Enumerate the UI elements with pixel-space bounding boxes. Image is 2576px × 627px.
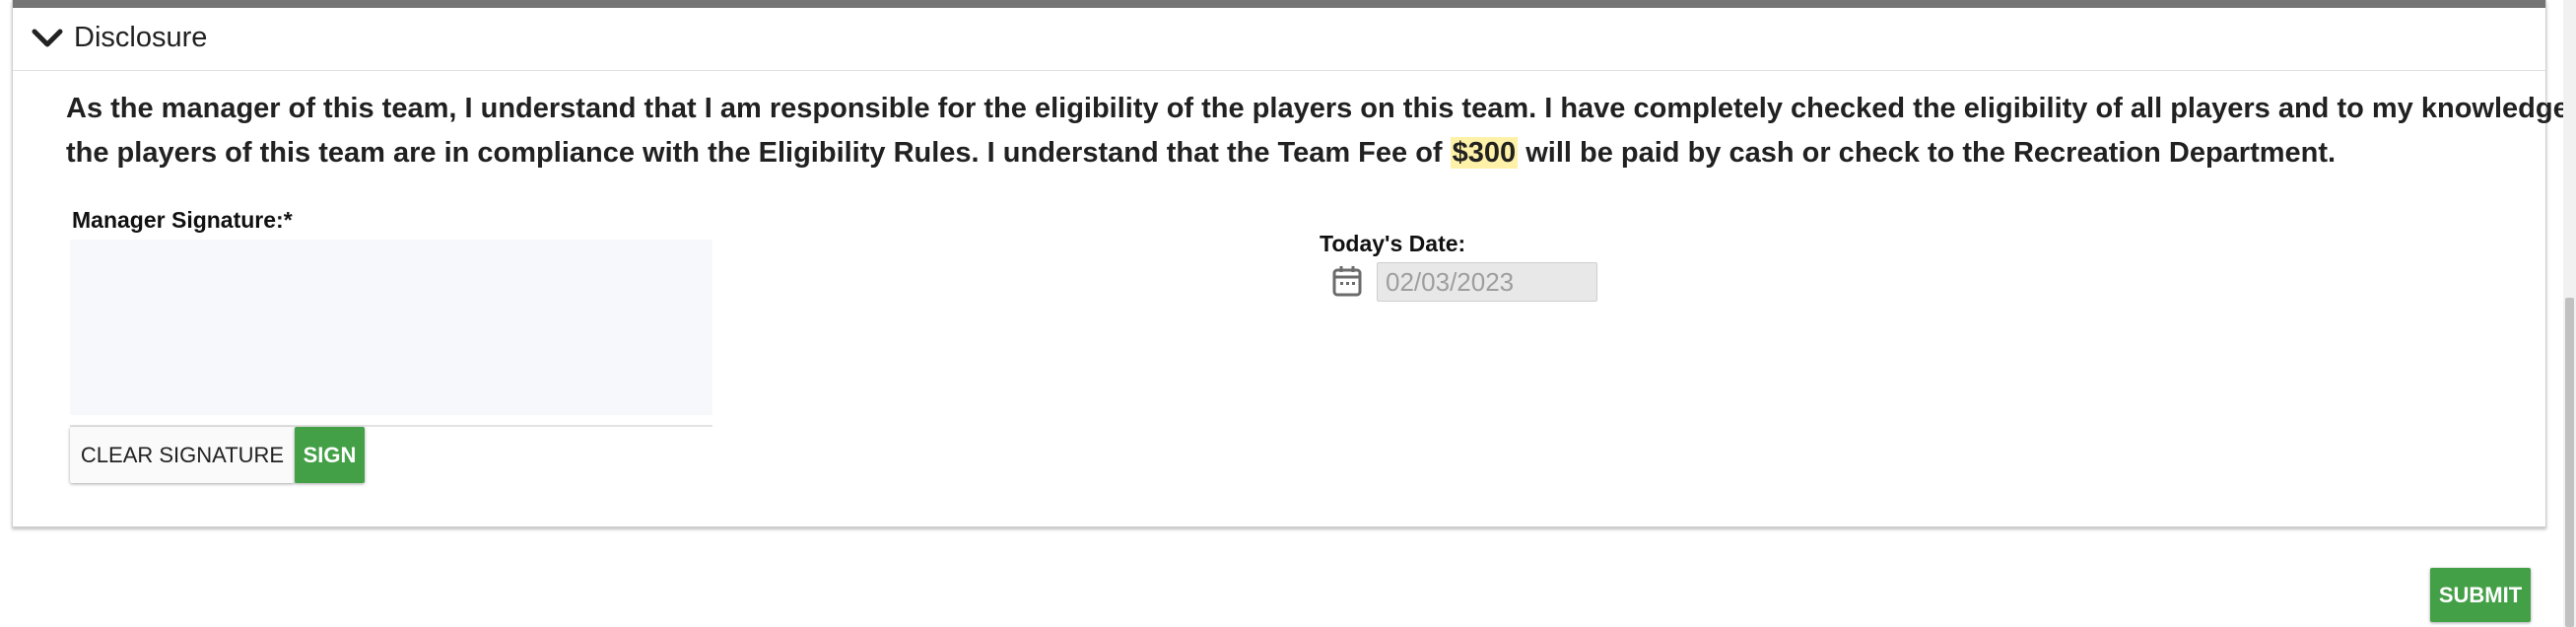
chevron-down-icon[interactable] — [31, 26, 64, 51]
scrollbar-thumb[interactable] — [2565, 298, 2574, 627]
clear-signature-button[interactable]: CLEAR SIGNATURE — [70, 427, 295, 483]
disclosure-text-before-fee: the players of this team are in complian… — [66, 137, 1451, 169]
section-header[interactable]: Disclosure — [13, 8, 2545, 71]
disclosure-line-2: the players of this team are in complian… — [66, 131, 2530, 175]
disclosure-panel: Disclosure As the manager of this team, … — [12, 0, 2569, 527]
sign-button[interactable]: SIGN — [295, 427, 365, 483]
date-field[interactable] — [1377, 262, 1597, 302]
disclosure-text-after-fee: will be paid by cash or check to the Rec… — [1518, 137, 2337, 169]
manager-signature-label: Manager Signature:* — [72, 207, 293, 233]
section-title[interactable]: Disclosure — [74, 22, 207, 54]
disclosure-text: As the manager of this team, I understan… — [66, 87, 2569, 175]
panel-top-border — [13, 0, 2545, 8]
disclosure-line-1: As the manager of this team, I understan… — [66, 93, 2569, 124]
calendar-icon[interactable] — [1331, 264, 1363, 298]
signature-pad[interactable] — [70, 240, 712, 415]
submit-button[interactable]: SUBMIT — [2430, 568, 2531, 622]
team-fee-highlight: $300 — [1450, 137, 1519, 169]
todays-date-label: Today's Date: — [1320, 231, 1466, 256]
